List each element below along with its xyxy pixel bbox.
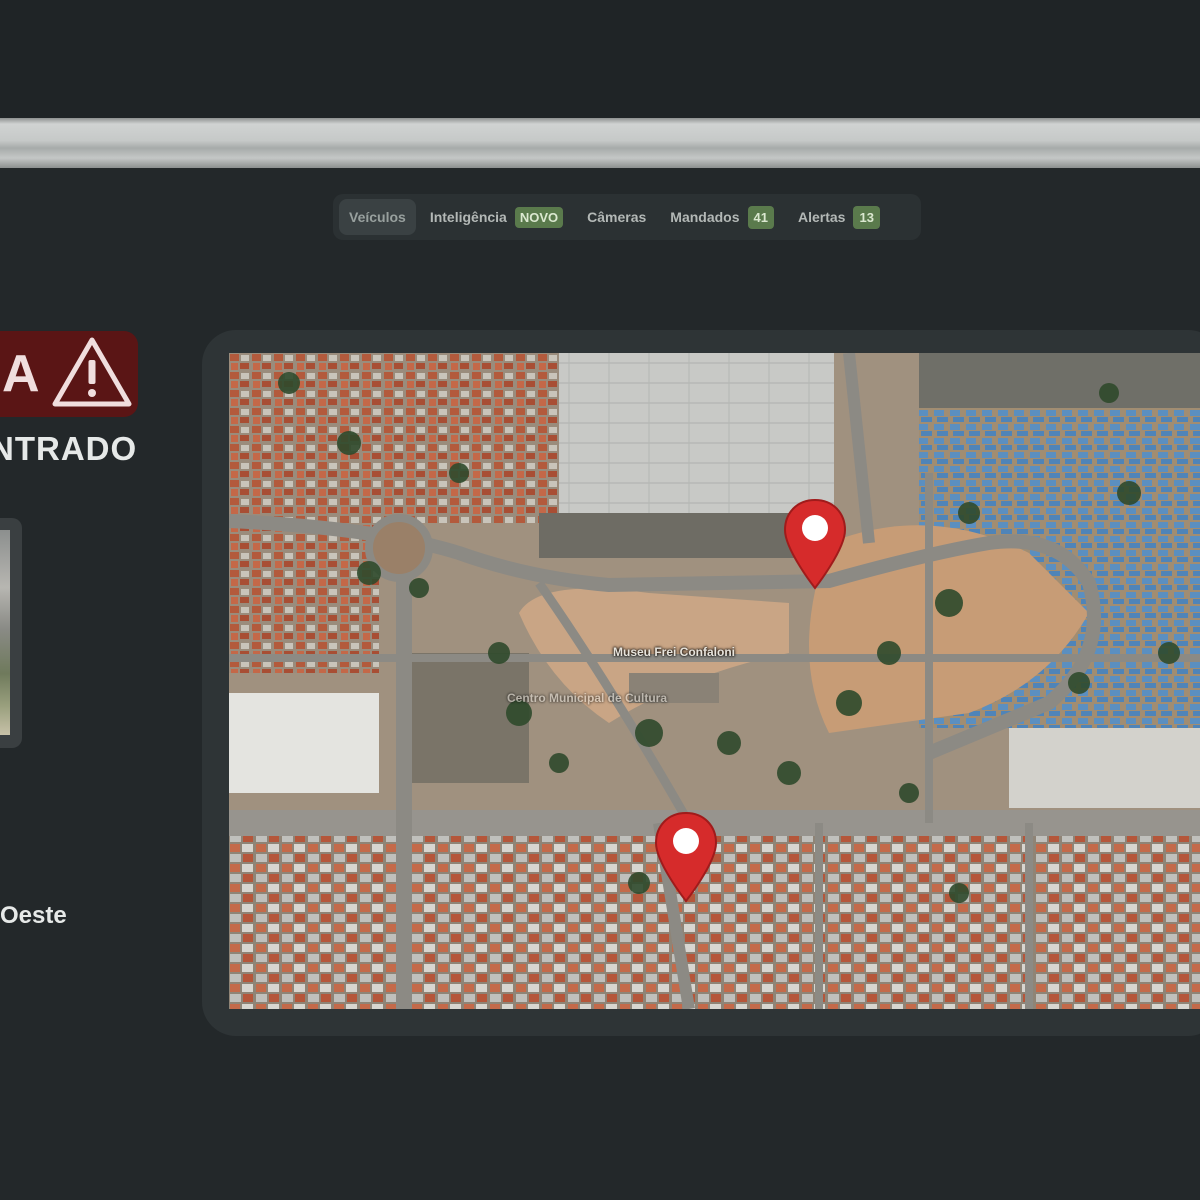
map-imagery — [229, 353, 1200, 1009]
pin-icon[interactable] — [782, 498, 848, 590]
alert-text: A — [2, 345, 40, 403]
tab-veiculos[interactable]: Veículos — [339, 199, 416, 235]
tab-mandados[interactable]: Mandados 41 — [660, 199, 784, 235]
browser-bar — [0, 118, 1200, 168]
status-text: NTRADO — [0, 430, 138, 467]
location-text: Oeste — [0, 902, 67, 929]
count-badge: 13 — [853, 205, 880, 229]
tab-alertas[interactable]: Alertas 13 — [788, 199, 890, 235]
satellite-map[interactable]: Museu Frei Confaloni Centro Municipal de… — [229, 353, 1200, 1009]
nav-tabbar: Veículos Inteligência NOVO Câmeras Manda… — [333, 194, 921, 240]
tab-label: Mandados — [670, 209, 740, 225]
thumbnail-image — [0, 530, 10, 735]
museum-label: Museu Frei Confaloni — [613, 645, 736, 659]
tab-cameras[interactable]: Câmeras — [577, 199, 656, 235]
alert-banner: A — [0, 331, 138, 417]
tab-label: Câmeras — [587, 209, 647, 225]
building-label: Centro Municipal de Cultura — [507, 691, 668, 705]
tab-inteligencia[interactable]: Inteligência NOVO — [420, 199, 573, 235]
warning-triangle-icon — [50, 335, 134, 414]
new-badge: NOVO — [514, 206, 564, 228]
pin-icon[interactable] — [653, 811, 719, 903]
vehicle-thumbnail[interactable] — [0, 518, 22, 748]
tab-label: Alertas — [798, 209, 846, 225]
top-background — [0, 0, 1200, 118]
count-badge: 41 — [747, 205, 774, 229]
tab-label: Veículos — [349, 209, 406, 225]
tab-label: Inteligência — [429, 209, 507, 225]
